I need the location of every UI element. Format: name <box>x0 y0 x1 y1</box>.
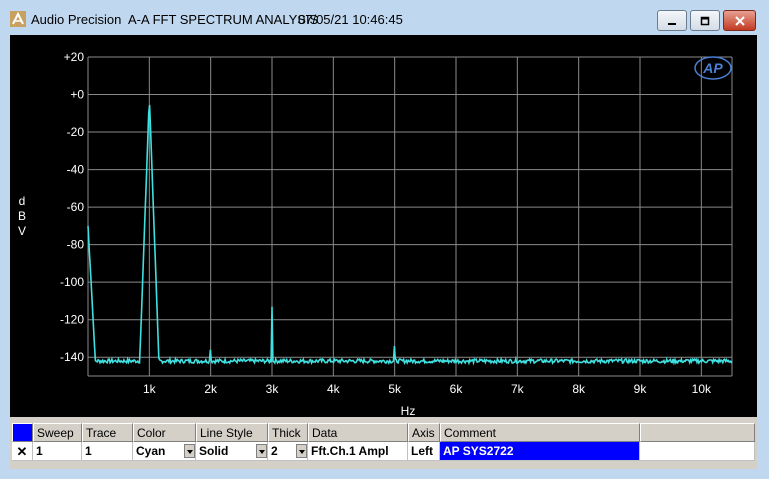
y-tick-label: -120 <box>60 313 84 327</box>
y-tick-label: -40 <box>67 163 85 177</box>
maximize-button[interactable] <box>690 10 720 31</box>
x-tick-label: 3k <box>266 382 280 396</box>
y-tick-label: +20 <box>64 50 85 64</box>
y-tick-labels: +20 +0 -20 -40 -60 -80 -100 -120 -140 <box>60 50 84 364</box>
header-comment[interactable]: Comment <box>440 423 640 442</box>
header-sweep[interactable]: Sweep <box>33 423 82 442</box>
window-title-app: Audio Precision <box>31 12 122 27</box>
y-axis-label-char: d <box>19 194 26 208</box>
header-thick[interactable]: Thick <box>268 423 308 442</box>
x-tick-label: 1k <box>143 382 157 396</box>
y-tick-label: -20 <box>67 125 85 139</box>
cell-axis[interactable]: Left <box>408 442 440 461</box>
x-tick-label: 5k <box>388 382 402 396</box>
title-bar: Audio Precision A-A FFT SPECTRUM ANALYSI… <box>0 0 769 36</box>
header-select-cell[interactable] <box>12 423 33 442</box>
x-tick-label: 4k <box>327 382 341 396</box>
x-tick-labels: 1k 2k 3k 4k 5k 6k 7k 8k 9k 10k <box>143 382 712 396</box>
header-data[interactable]: Data <box>308 423 408 442</box>
window-title-timestamp: 07/05/21 10:46:45 <box>298 12 403 27</box>
cell-sweep[interactable]: 1 <box>33 442 82 461</box>
y-axis-label-char: V <box>18 224 26 238</box>
x-tick-label: 10k <box>692 382 712 396</box>
y-tick-label: -60 <box>67 200 85 214</box>
minimize-button[interactable] <box>657 10 687 31</box>
x-tick-label: 2k <box>204 382 218 396</box>
x-tick-label: 6k <box>450 382 464 396</box>
cell-trace[interactable]: 1 <box>82 442 133 461</box>
color-dropdown-button[interactable] <box>184 444 195 458</box>
window-title-document: A-A FFT SPECTRUM ANALYSIS <box>128 12 319 27</box>
header-line-style[interactable]: Line Style <box>196 423 268 442</box>
grid-layer <box>87 56 733 377</box>
ap-logo-text: AP <box>702 60 723 76</box>
cell-comment[interactable]: AP SYS2722 <box>440 442 640 461</box>
y-axis-label-char: B <box>18 209 26 223</box>
header-axis[interactable]: Axis <box>408 423 440 442</box>
minimize-icon <box>668 22 676 25</box>
x-axis-label: Hz <box>401 404 416 417</box>
y-tick-label: -100 <box>60 275 84 289</box>
close-icon <box>734 15 745 26</box>
trace-line-cyan <box>87 104 733 366</box>
header-trace[interactable]: Trace <box>82 423 133 442</box>
cell-filler <box>640 442 755 461</box>
header-color[interactable]: Color <box>133 423 196 442</box>
row-checkbox[interactable]: ✕ <box>12 442 33 461</box>
x-tick-label: 9k <box>634 382 648 396</box>
maximize-icon <box>700 16 710 25</box>
close-button[interactable] <box>723 10 756 31</box>
y-tick-label: +0 <box>70 88 84 102</box>
x-tick-label: 7k <box>511 382 525 396</box>
line-style-dropdown-button[interactable] <box>256 444 267 458</box>
y-axis-label: dBV <box>18 194 26 238</box>
cell-data[interactable]: Fft.Ch.1 Ampl <box>308 442 408 461</box>
audio-precision-app-icon[interactable] <box>10 11 26 27</box>
ap-logo: AP <box>694 56 732 80</box>
y-tick-label: -80 <box>67 238 85 252</box>
header-filler <box>640 423 755 442</box>
y-tick-label: -140 <box>60 350 84 364</box>
x-tick-label: 8k <box>572 382 586 396</box>
thick-dropdown-button[interactable] <box>296 444 307 458</box>
plot-area: +20 +0 -20 -40 -60 -80 -100 -120 -140 1k 2k 3k 4k 5k… <box>10 35 757 418</box>
fft-spectrum-chart[interactable]: +20 +0 -20 -40 -60 -80 -100 -120 -140 1k 2k 3k 4k 5k… <box>10 35 757 418</box>
